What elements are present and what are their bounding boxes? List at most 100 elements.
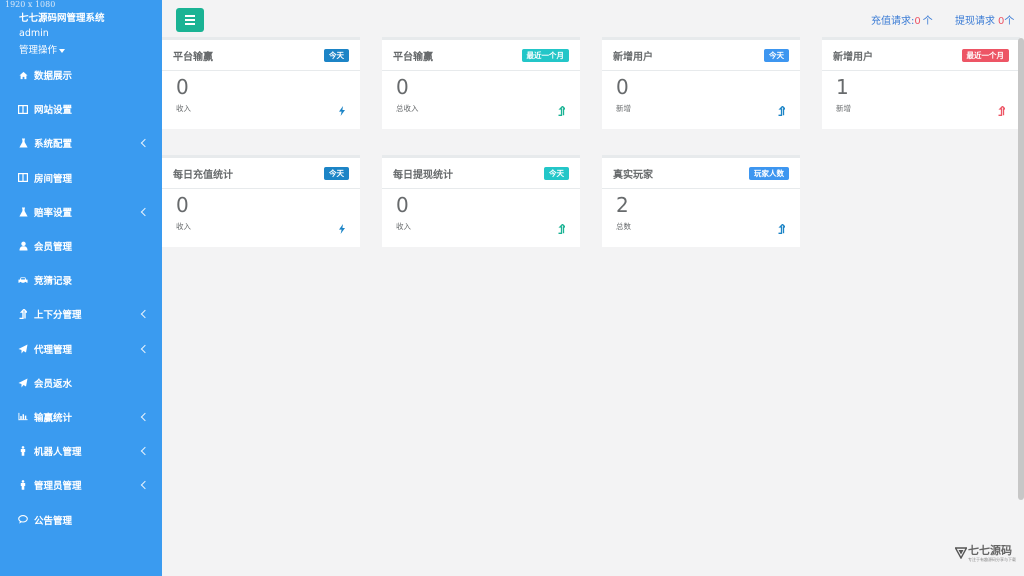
card-value: 0 <box>396 193 409 217</box>
sidebar-item-label: 输赢统计 <box>34 412 73 424</box>
paper-plane-icon <box>18 344 28 354</box>
chevron-left-icon <box>140 139 150 148</box>
comment-icon <box>18 515 28 525</box>
sidebar-item-label: 竞猜记录 <box>34 276 73 288</box>
car-icon <box>18 275 28 285</box>
level-up-icon <box>558 101 567 116</box>
chevron-left-icon <box>140 207 150 217</box>
columns-icon <box>18 104 28 114</box>
sidebar-item-label: 数据展示 <box>34 71 73 83</box>
sidebar-item-label: 代理管理 <box>34 344 73 356</box>
withdraw-requests-link[interactable]: 提现请求 0个 <box>955 12 1014 27</box>
male-icon <box>18 480 28 491</box>
menu-toggle-button[interactable] <box>176 8 204 32</box>
chevron-left-icon <box>140 412 150 422</box>
sidebar-item-robot-management[interactable]: 机器人管理 <box>0 434 162 468</box>
period-badge: 今天 <box>324 49 349 62</box>
period-badge: 最近一个月 <box>961 49 1009 62</box>
level-up-icon <box>998 101 1007 116</box>
sidebar-item-label: 机器人管理 <box>34 447 82 459</box>
chevron-left-icon <box>140 446 150 456</box>
card-title: 新增用户 <box>613 52 653 63</box>
sidebar-item-data-display[interactable]: 数据展示 <box>0 58 162 92</box>
sidebar-item-system-config[interactable]: 系统配置 <box>0 126 162 160</box>
card-title: 平台输赢 <box>173 52 213 63</box>
sidebar-item-label: 网站设置 <box>34 105 73 117</box>
sidebar-item-label: 上下分管理 <box>34 310 82 322</box>
watermark-title: 七七源码 <box>968 544 1012 557</box>
logo-mark-icon <box>954 544 968 563</box>
manage-dropdown[interactable]: 管理操作 <box>19 42 66 56</box>
period-badge: 今天 <box>544 167 569 180</box>
flask-icon <box>18 138 28 148</box>
level-up-icon <box>18 309 28 320</box>
male-icon <box>18 446 28 456</box>
card-value: 1 <box>836 75 849 99</box>
card-subtitle: 新增 <box>616 104 631 113</box>
sidebar-item-member-rebate[interactable]: 会员返水 <box>0 366 162 400</box>
bar-chart-icon <box>18 412 28 422</box>
level-up-icon <box>778 101 787 116</box>
card-title: 新增用户 <box>833 52 873 63</box>
sidebar-item-site-settings[interactable]: 网站设置 <box>0 92 162 126</box>
card-subtitle: 总收入 <box>396 104 419 113</box>
stat-card-platform-winloss-today: 平台输赢 今天 0 收入 <box>162 37 360 129</box>
hamburger-icon <box>185 13 195 27</box>
withdraw-requests-label: 提现请求 <box>955 16 995 27</box>
sidebar-item-bet-records[interactable]: 竞猜记录 <box>0 263 162 297</box>
sidebar-item-win-loss-stats[interactable]: 输赢统计 <box>0 400 162 434</box>
caret-down-icon <box>59 48 66 53</box>
resolution-label: 1920 x 1080 <box>5 0 56 9</box>
sidebar-item-agent-management[interactable]: 代理管理 <box>0 332 162 366</box>
sidebar-item-announcements[interactable]: 公告管理 <box>0 502 162 536</box>
sidebar-item-member-management[interactable]: 会员管理 <box>0 229 162 263</box>
period-badge: 今天 <box>324 167 349 180</box>
card-subtitle: 收入 <box>176 104 191 113</box>
card-value: 0 <box>176 75 189 99</box>
sidebar-menu: 数据展示 网站设置 系统配置 房间管理 赔率设置 会员管理 竞猜记录 上下分管理… <box>0 58 162 537</box>
chevron-left-icon <box>140 344 150 353</box>
card-value: 0 <box>616 75 629 99</box>
period-badge: 玩家人数 <box>749 167 789 180</box>
stat-card-new-users-today: 新增用户 今天 0 新增 <box>602 37 800 129</box>
watermark-logo: 七七源码 专注于有趣源码分享与下载 <box>954 542 1016 566</box>
card-value: 0 <box>396 75 409 99</box>
sidebar-item-score-management[interactable]: 上下分管理 <box>0 297 162 331</box>
recharge-requests-count: 0 <box>914 16 921 27</box>
recharge-requests-link[interactable]: 充值请求:0 个 <box>871 12 933 27</box>
sidebar-item-label: 会员管理 <box>34 242 73 254</box>
card-subtitle: 新增 <box>836 104 851 113</box>
sidebar-item-label: 赔率设置 <box>34 207 73 219</box>
brand-title: 七七源码网管理系统 <box>19 13 105 24</box>
chevron-left-icon <box>140 481 150 490</box>
bolt-icon <box>338 101 346 116</box>
card-title: 平台输赢 <box>393 52 433 63</box>
flask-icon <box>18 207 28 217</box>
recharge-requests-unit: 个 <box>922 16 933 27</box>
sidebar-item-label: 会员返水 <box>34 378 73 390</box>
sidebar-item-odds-settings[interactable]: 赔率设置 <box>0 195 162 229</box>
stat-card-daily-withdraw: 每日提现统计 今天 0 收入 <box>382 155 580 247</box>
card-title: 每日提现统计 <box>393 170 453 181</box>
sidebar-item-admin-management[interactable]: 管理员管理 <box>0 468 162 502</box>
level-up-icon <box>558 219 567 234</box>
card-subtitle: 总数 <box>616 222 631 231</box>
sidebar-item-label: 公告管理 <box>34 515 73 527</box>
columns-icon <box>18 173 28 183</box>
sidebar-item-label: 管理员管理 <box>34 481 82 493</box>
card-subtitle: 收入 <box>396 222 411 231</box>
paper-plane-icon <box>18 378 28 388</box>
username: admin <box>19 28 49 39</box>
sidebar-item-label: 系统配置 <box>34 139 73 151</box>
home-icon <box>18 70 28 80</box>
card-title: 真实玩家 <box>613 170 653 181</box>
manage-dropdown-label: 管理操作 <box>19 45 58 56</box>
card-value: 2 <box>616 193 629 217</box>
stat-card-new-users-month: 新增用户 最近一个月 1 新增 <box>822 37 1020 129</box>
sidebar: 1920 x 1080 七七源码网管理系统 admin 管理操作 数据展示 网站… <box>0 0 162 576</box>
withdraw-requests-unit: 个 <box>1004 16 1015 27</box>
period-badge: 最近一个月 <box>521 49 569 62</box>
level-up-icon <box>778 219 787 234</box>
page-scrollbar[interactable] <box>1018 38 1024 500</box>
sidebar-item-room-management[interactable]: 房间管理 <box>0 161 162 195</box>
